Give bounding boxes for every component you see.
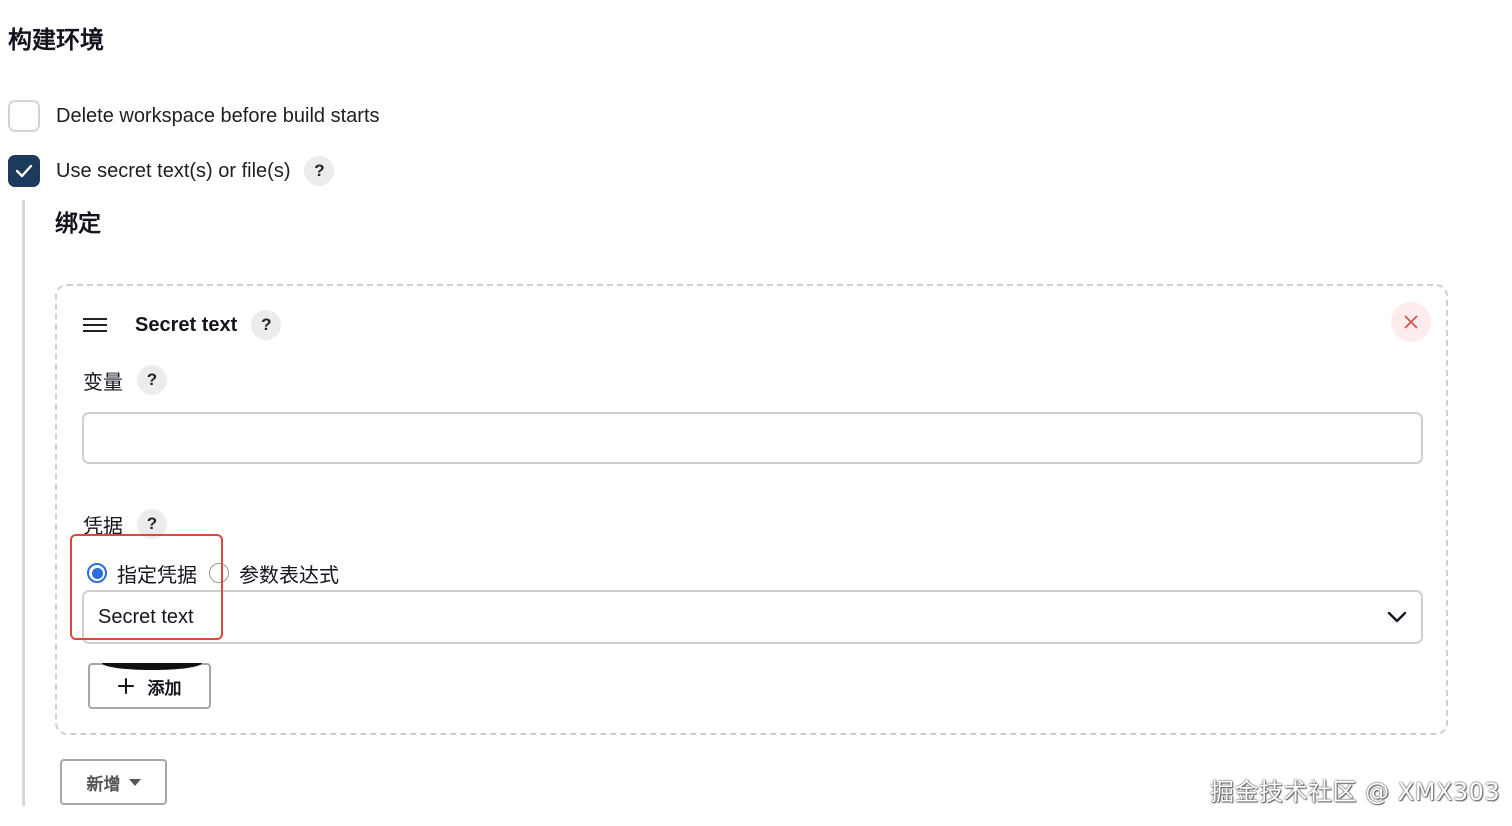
close-icon <box>1404 315 1418 329</box>
add-binding-label: 新增 <box>86 774 121 795</box>
add-credentials-button[interactable]: 添加 <box>88 663 211 709</box>
bindings-title: 绑定 <box>55 211 101 237</box>
radio-specify-credentials-label[interactable]: 指定凭据 <box>117 559 197 588</box>
radio-parameter-expression-label[interactable]: 参数表达式 <box>239 559 339 588</box>
section-indent-line <box>22 200 25 806</box>
caret-down-icon <box>128 778 141 786</box>
secret-text-binding-card: Secret text ? 变量 ? 凭据 ? 指定凭据 参数表达式 Secre… <box>55 284 1448 735</box>
credentials-select[interactable]: Secret text <box>82 590 1423 644</box>
credentials-label-row: 凭据 ? <box>83 508 167 540</box>
help-icon[interactable]: ? <box>137 365 167 395</box>
build-environment-page: 构建环境 Delete workspace before build start… <box>0 0 1512 826</box>
close-button[interactable] <box>1391 302 1431 342</box>
card-title: Secret text <box>135 313 238 336</box>
add-credentials-label: 添加 <box>147 678 182 699</box>
check-icon <box>15 164 33 178</box>
variable-input[interactable] <box>82 412 1423 464</box>
help-icon[interactable]: ? <box>251 310 282 340</box>
help-icon[interactable]: ? <box>137 509 167 539</box>
radio-parameter-expression[interactable] <box>209 563 229 583</box>
watermark: 掘金技术社区 @ XMX303 <box>1210 778 1501 806</box>
option-use-secret[interactable]: Use secret text(s) or file(s) ? <box>8 154 335 188</box>
option-delete-workspace[interactable]: Delete workspace before build starts <box>8 99 380 133</box>
credentials-select-value: Secret text <box>98 605 194 628</box>
button-top-bar <box>102 663 202 670</box>
help-icon[interactable]: ? <box>304 156 335 186</box>
drag-handle-icon[interactable] <box>83 318 107 332</box>
radio-specify-credentials[interactable] <box>87 563 107 583</box>
credentials-label: 凭据 <box>83 513 123 538</box>
credentials-mode-radio-group: 指定凭据 参数表达式 <box>87 558 351 588</box>
use-secret-checkbox[interactable] <box>8 155 40 187</box>
chevron-down-icon <box>1387 611 1407 623</box>
card-header: Secret text ? <box>83 308 282 342</box>
plus-icon <box>117 678 134 694</box>
variable-label-row: 变量 ? <box>83 364 167 396</box>
delete-workspace-label: Delete workspace before build starts <box>56 104 380 127</box>
delete-workspace-checkbox[interactable] <box>8 100 40 132</box>
use-secret-label: Use secret text(s) or file(s) <box>56 159 291 182</box>
variable-label: 变量 <box>83 369 123 394</box>
section-title: 构建环境 <box>8 26 104 54</box>
add-binding-button[interactable]: 新增 <box>60 759 167 805</box>
